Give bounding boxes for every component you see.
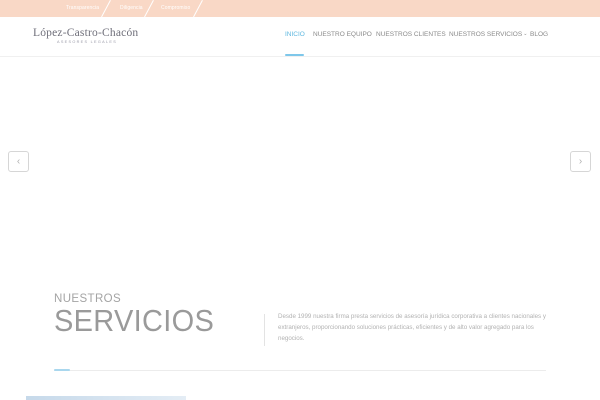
hero-slider: ‹ › [0,58,600,263]
value-tag-compromiso: Compromiso [161,5,191,11]
value-tag-diligencia: Diligencia [120,5,143,11]
page: Transparencia Diligencia Compromiso Lópe… [0,0,600,400]
site-logo[interactable]: López-Castro-Chacón ASESORES LEGALES [33,27,138,44]
value-tag-transparencia: Transparencia [66,5,100,11]
chevron-right-icon: › [578,156,583,167]
active-nav-indicator [285,54,304,56]
tag-separator [193,0,203,17]
services-description: Desde 1999 nuestra firma presta servicio… [278,313,546,342]
section-divider [54,370,546,371]
nav-item-nuestro-equipo[interactable]: NUESTRO EQUIPO [313,31,372,38]
tag-separator [144,0,154,17]
services-kicker: NUESTROS [54,293,122,305]
nav-item-inicio[interactable]: INICIO [285,31,305,38]
tag-separator [101,0,111,17]
chevron-down-icon: ⌄ [523,31,528,37]
section-divider-accent [54,369,70,371]
nav-item-nuestros-clientes[interactable]: NUESTROS CLIENTES [376,31,446,38]
nav-item-nuestros-servicios[interactable]: NUESTROS SERVICIOS⌄ [449,31,527,38]
chevron-left-icon: ‹ [16,156,21,167]
service-card-image [26,396,186,400]
site-header: López-Castro-Chacón ASESORES LEGALES INI… [0,17,600,57]
nav-item-blog[interactable]: BLOG [530,31,548,38]
logo-subtitle: ASESORES LEGALES [57,40,118,44]
nav-item-nuestros-servicios-label: NUESTROS SERVICIOS [449,31,523,38]
slider-prev-button[interactable]: ‹ [8,151,29,172]
top-values-bar: Transparencia Diligencia Compromiso [0,0,600,17]
slider-next-button[interactable]: › [570,151,591,172]
logo-name: López-Castro-Chacón [33,27,139,39]
services-divider-vertical [264,314,265,346]
services-title: SERVICIOS [54,305,215,339]
